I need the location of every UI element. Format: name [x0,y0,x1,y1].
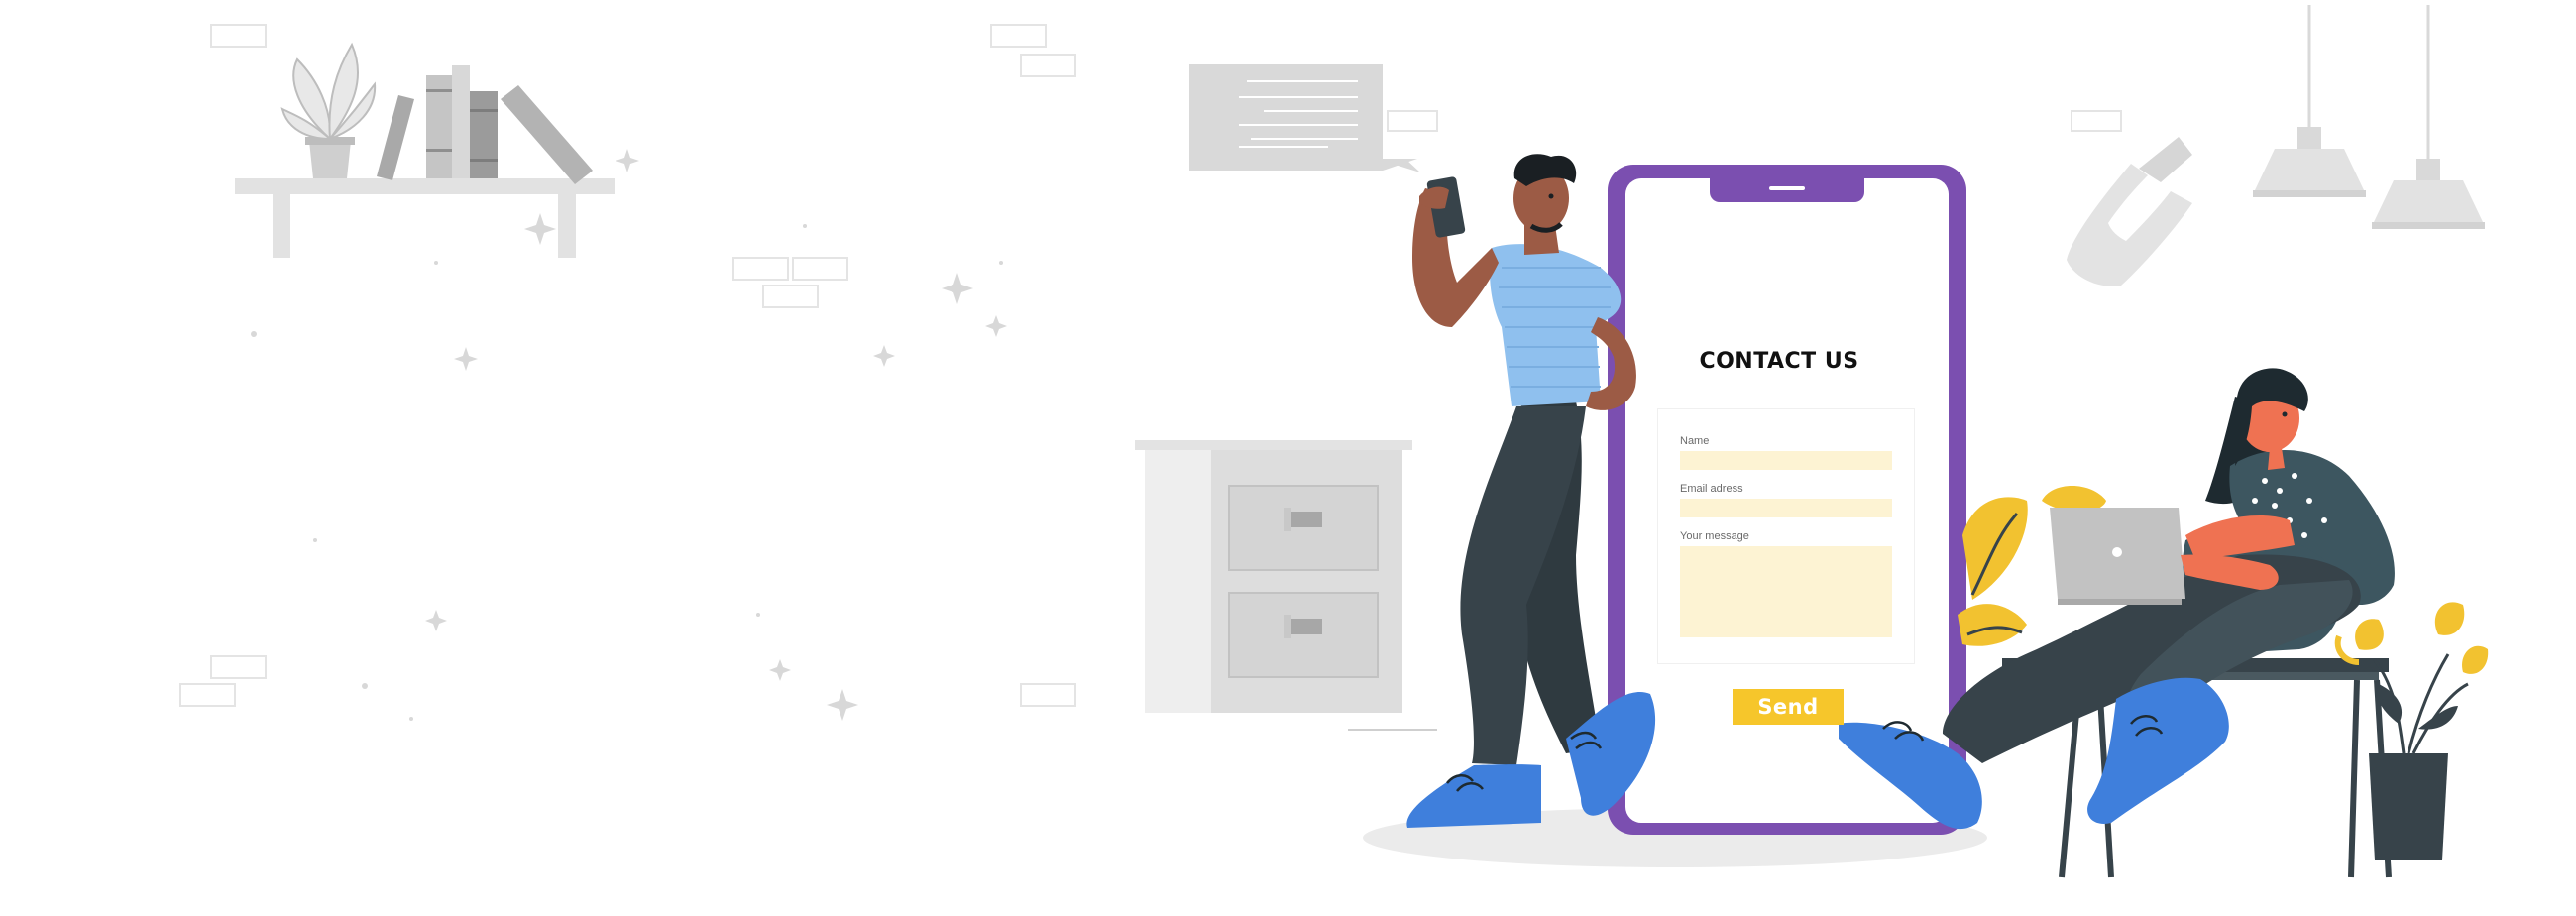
send-button[interactable]: Send [1733,689,1844,725]
message-field-label: Your message [1680,530,1749,542]
message-field[interactable] [1680,546,1892,637]
name-field[interactable] [1680,451,1892,470]
filing-cabinet [1135,440,1437,731]
email-field[interactable] [1680,499,1892,517]
email-field-label: Email adress [1680,483,1743,495]
name-field-label: Name [1680,435,1710,447]
contact-illustration [179,5,2489,878]
speech-bubble-icon [1189,64,1420,172]
wall-shelf [235,42,615,258]
pendant-lamp-icon [2253,5,2485,229]
phone-receiver-icon [2067,137,2192,286]
sparkle-icon [251,149,1007,721]
potted-flower [2334,602,2489,860]
contact-title: CONTACT US [1699,349,1859,374]
contact-form: Name Email adress Your message [1657,408,1915,664]
